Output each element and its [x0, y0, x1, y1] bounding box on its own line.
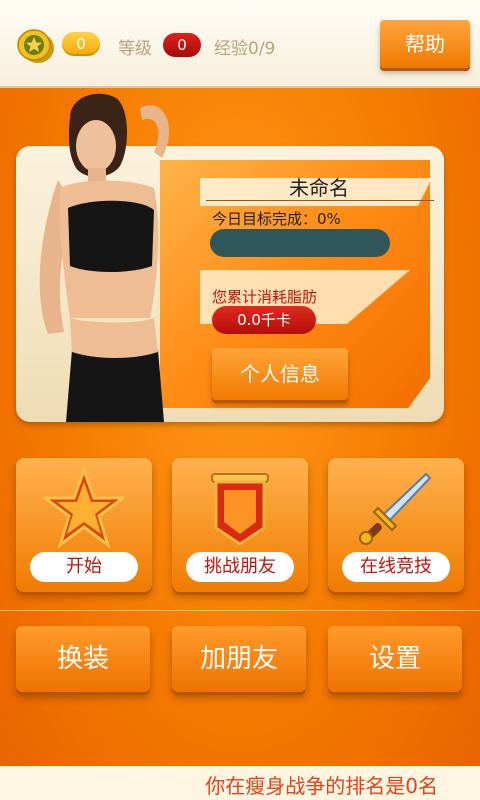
mode-online-label: 在线竞技 [342, 552, 450, 582]
coin-count: 0 [62, 32, 100, 56]
ranking-footer: 你在瘦身战争的排名是0名 [0, 766, 480, 800]
goal-label: 今日目标完成：0% [212, 210, 341, 228]
character-avatar [39, 93, 170, 422]
mode-challenge-tile[interactable]: 挑战朋友 [172, 458, 308, 592]
dress-up-button[interactable]: 换装 [16, 626, 150, 692]
star-icon [44, 468, 124, 548]
level-badge: 0 [163, 33, 201, 57]
experience-label: 经验0/9 [214, 39, 276, 59]
ranking-text: 你在瘦身战争的排名是0名 [205, 774, 438, 798]
player-name: 未命名 [289, 176, 349, 200]
mode-challenge-label: 挑战朋友 [186, 552, 294, 582]
mode-start-label: 开始 [30, 552, 138, 582]
mode-online-tile[interactable]: 在线竞技 [328, 458, 464, 592]
personal-info-button[interactable]: 个人信息 [212, 348, 348, 400]
level-label: 等级 [118, 39, 152, 59]
add-friend-button[interactable]: 加朋友 [172, 626, 306, 692]
fat-burned-label: 您累计消耗脂肪 [212, 288, 318, 306]
help-button[interactable]: 帮助 [380, 20, 470, 68]
coin-icon [17, 29, 54, 63]
kcal-badge: 0.0千卡 [212, 306, 316, 334]
goal-progress-bar [210, 229, 390, 257]
settings-button[interactable]: 设置 [328, 626, 462, 692]
sword-icon [359, 472, 432, 545]
banner-icon [211, 473, 269, 546]
name-divider [206, 200, 434, 201]
top-bar: 0 等级 0 经验0/9 帮助 [0, 0, 480, 88]
mode-start-tile[interactable]: 开始 [16, 458, 152, 592]
section-divider [0, 610, 480, 611]
